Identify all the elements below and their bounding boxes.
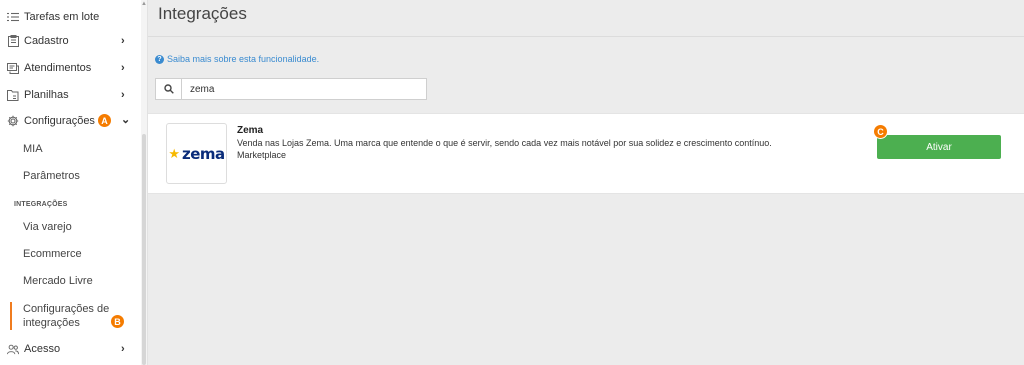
users-icon: [7, 343, 19, 355]
sidebar-subitem-parametros[interactable]: Parâmetros: [23, 170, 80, 182]
sidebar-item-label: Atendimentos: [24, 62, 92, 74]
sidebar-item-label: Configurações: [24, 115, 95, 127]
page-title: Integrações: [158, 4, 247, 23]
integration-name: Zema: [237, 125, 264, 136]
logo-text: zema: [182, 144, 225, 163]
sidebar-scroll-thumb[interactable]: [142, 134, 146, 365]
sidebar-subitem-mercado-livre[interactable]: Mercado Livre: [23, 275, 93, 287]
chevron-right-icon: ›: [121, 35, 125, 47]
chevron-right-icon: ›: [121, 62, 125, 74]
search-icon: [163, 84, 174, 94]
spreadsheet-icon: [7, 89, 19, 101]
sidebar-subitem-via-varejo[interactable]: Via varejo: [23, 221, 72, 233]
sidebar-subitem-label-line2: integrações: [23, 317, 80, 329]
star-icon: ★: [168, 146, 180, 161]
zema-logo: ★ zema: [166, 123, 227, 184]
gear-icon: [7, 115, 19, 127]
callout-badge-b: B: [110, 314, 125, 329]
search-input[interactable]: [182, 79, 426, 99]
activate-button[interactable]: Ativar: [877, 135, 1001, 159]
divider: [148, 36, 1024, 37]
search-button[interactable]: [156, 79, 182, 99]
active-indicator: [10, 302, 12, 330]
sidebar-item-atendimentos[interactable]: Atendimentos ›: [0, 56, 140, 80]
sidebar-item-configuracoes[interactable]: Configurações ⌄: [0, 109, 140, 133]
sidebar-subitem-configuracoes-integracoes[interactable]: Configurações de integrações: [23, 302, 109, 330]
chevron-right-icon: ›: [121, 89, 125, 101]
sidebar-item-label: Tarefas em lote: [24, 11, 100, 23]
callout-badge-a: A: [97, 113, 112, 128]
section-label-integracoes: INTEGRAÇÕES: [14, 201, 68, 208]
chevron-right-icon: ›: [121, 343, 125, 355]
sidebar-item-acesso[interactable]: Acesso ›: [0, 337, 140, 361]
help-link[interactable]: ? Saiba mais sobre esta funcionalidade.: [155, 54, 319, 64]
sidebar-item-label: Acesso: [24, 343, 61, 355]
clipboard-icon: [7, 35, 19, 47]
sidebar-subitem-mia[interactable]: MIA: [23, 143, 43, 155]
sidebar-item-label: Cadastro: [24, 35, 69, 47]
sidebar: Tarefas em lote Cadastro › Atendimentos …: [0, 0, 148, 365]
sidebar-item-cadastro[interactable]: Cadastro ›: [0, 29, 140, 53]
integration-category: Marketplace: [237, 150, 287, 160]
sidebar-item-tarefas[interactable]: Tarefas em lote: [0, 5, 140, 29]
support-icon: [7, 62, 19, 74]
sidebar-item-planilhas[interactable]: Planilhas ›: [0, 83, 140, 107]
list-icon: [7, 11, 19, 23]
help-icon: ?: [155, 54, 164, 64]
chevron-down-icon: ⌄: [121, 114, 131, 126]
scroll-up-arrow-icon[interactable]: ▲: [141, 0, 147, 8]
search-box: [155, 78, 427, 100]
sidebar-item-label: Planilhas: [24, 89, 69, 101]
integration-description: Venda nas Lojas Zema. Uma marca que ente…: [237, 138, 772, 148]
integration-card: ★ zema Zema Venda nas Lojas Zema. Uma ma…: [148, 113, 1024, 194]
sidebar-subitem-label-line1: Configurações de: [23, 303, 110, 315]
sidebar-subitem-ecommerce[interactable]: Ecommerce: [23, 248, 82, 260]
help-link-label: Saiba mais sobre esta funcionalidade.: [167, 54, 320, 64]
callout-badge-c: C: [873, 124, 888, 139]
